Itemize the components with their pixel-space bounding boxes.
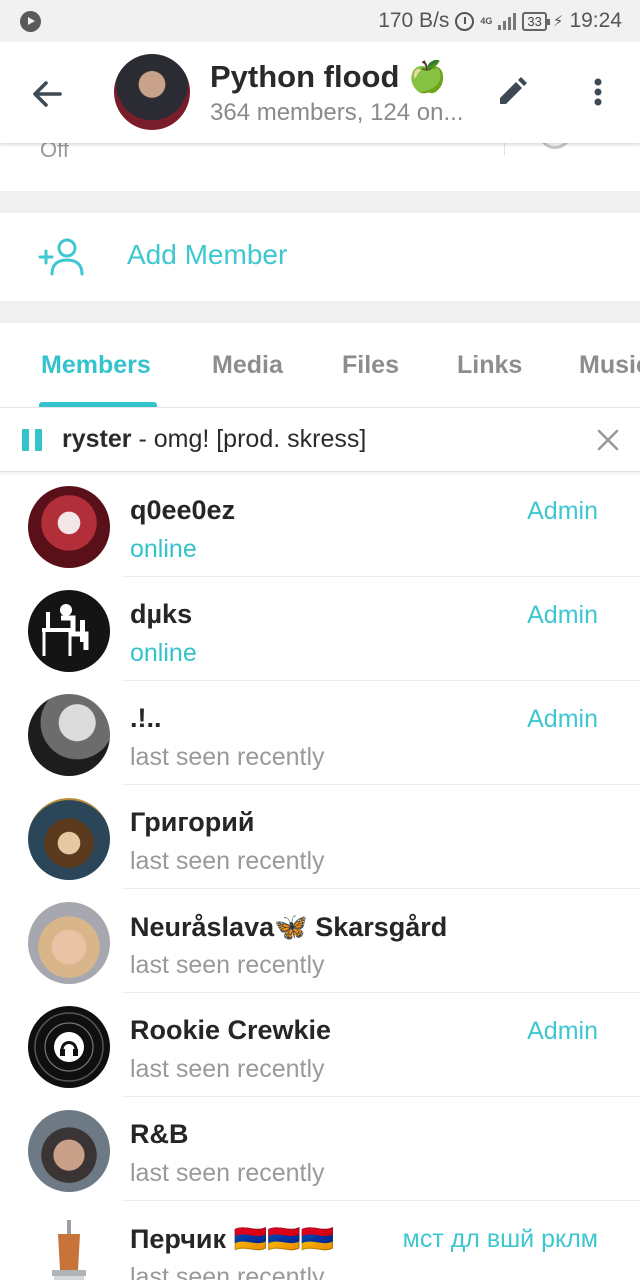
media-tabs: Members Media Files Links Music — [0, 323, 640, 408]
battery-icon: 33 — [522, 11, 551, 31]
member-row[interactable]: q0ee0ez online Admin — [0, 473, 640, 577]
member-role: мст дл вшй рклм — [402, 1225, 598, 1253]
track-title: - omg! [prod. skress] — [131, 425, 367, 453]
group-avatar[interactable] — [114, 54, 190, 130]
member-status: last seen recently — [130, 743, 325, 771]
member-status: last seen recently — [130, 1263, 325, 1280]
avatar — [28, 694, 110, 776]
play-notification-icon — [20, 11, 41, 32]
avatar — [28, 1110, 110, 1192]
close-icon[interactable] — [594, 426, 622, 454]
member-row[interactable]: dµks online Admin — [0, 577, 640, 681]
group-title: Python flood 🍏 — [210, 59, 447, 94]
member-row[interactable]: Перчик 🇦🇲🇦🇲🇦🇲 last seen recently мст дл … — [0, 1201, 640, 1280]
member-role: Admin — [527, 1017, 598, 1045]
member-row[interactable]: Rookie Crewkie last seen recently Admin — [0, 993, 640, 1097]
tab-media[interactable]: Media — [212, 351, 283, 380]
add-member-row[interactable]: Add Member — [0, 213, 640, 301]
member-status: last seen recently — [130, 1055, 325, 1083]
member-name: dµks — [130, 599, 193, 629]
add-user-icon — [38, 238, 84, 276]
kebab-grill-icon — [52, 1220, 86, 1280]
members-list: q0ee0ez online Admin dµks online Admin .… — [0, 473, 640, 1280]
pause-icon[interactable] — [22, 429, 44, 451]
group-subtitle: 364 members, 124 on... — [210, 99, 464, 126]
member-name: Григорий — [130, 807, 255, 837]
network-speed: 170 B/s — [378, 9, 450, 32]
signal-icon — [498, 12, 517, 30]
status-bar-right: 170 B/s 4G 33 ⚡ 19:24 — [378, 0, 622, 42]
alarm-icon — [455, 11, 475, 31]
avatar — [28, 1214, 110, 1280]
member-name: Rookie Crewkie — [130, 1015, 332, 1045]
avatar — [28, 902, 110, 984]
notifications-row[interactable]: Off — [0, 131, 640, 191]
member-role: Admin — [527, 497, 598, 525]
track-info: ryster - omg! [prod. skress] — [62, 425, 366, 454]
member-name: .!.. — [130, 703, 162, 733]
tab-members[interactable]: Members — [41, 351, 151, 380]
charging-icon: ⚡ — [552, 13, 564, 30]
avatar — [28, 798, 110, 880]
avatar — [28, 486, 110, 568]
divider — [504, 143, 505, 155]
member-status: last seen recently — [130, 847, 325, 875]
status-bar: 170 B/s 4G 33 ⚡ 19:24 — [0, 0, 640, 42]
edit-icon[interactable] — [494, 74, 530, 110]
member-status: last seen recently — [130, 951, 325, 979]
section-gap — [0, 191, 640, 213]
member-row[interactable]: .!.. last seen recently Admin — [0, 681, 640, 785]
member-row[interactable]: R&B last seen recently — [0, 1097, 640, 1201]
member-status: online — [130, 535, 197, 563]
tab-files[interactable]: Files — [342, 351, 399, 380]
member-name: q0ee0ez — [130, 495, 236, 525]
app-bar: Python flood 🍏 364 members, 124 on... — [0, 42, 640, 143]
avatar — [28, 590, 110, 672]
clock: 19:24 — [569, 9, 622, 32]
member-row[interactable]: Neuråslava🦋 Skarsgård last seen recently — [0, 889, 640, 993]
section-gap — [0, 301, 640, 323]
more-options-icon[interactable] — [580, 74, 616, 110]
tab-music[interactable]: Music — [579, 351, 640, 380]
member-status: online — [130, 639, 197, 667]
add-member-label: Add Member — [127, 239, 288, 270]
track-artist: ryster — [62, 425, 132, 453]
music-player-bar[interactable]: ryster - omg! [prod. skress] — [0, 408, 640, 472]
member-role: Admin — [527, 705, 598, 733]
vinyl-record-icon — [34, 1012, 104, 1082]
member-name: R&B — [130, 1119, 189, 1149]
tab-links[interactable]: Links — [457, 351, 522, 380]
member-role: Admin — [527, 601, 598, 629]
network-type-icon: 4G — [480, 15, 493, 26]
member-name: Neuråslava🦋 Skarsgård — [130, 912, 448, 942]
back-arrow-icon[interactable] — [26, 72, 70, 116]
member-status: last seen recently — [130, 1159, 325, 1187]
desk-figure-icon — [42, 604, 89, 656]
member-row[interactable]: Григорий last seen recently — [0, 785, 640, 889]
avatar — [28, 1006, 110, 1088]
member-name: Перчик 🇦🇲🇦🇲🇦🇲 — [130, 1224, 335, 1254]
